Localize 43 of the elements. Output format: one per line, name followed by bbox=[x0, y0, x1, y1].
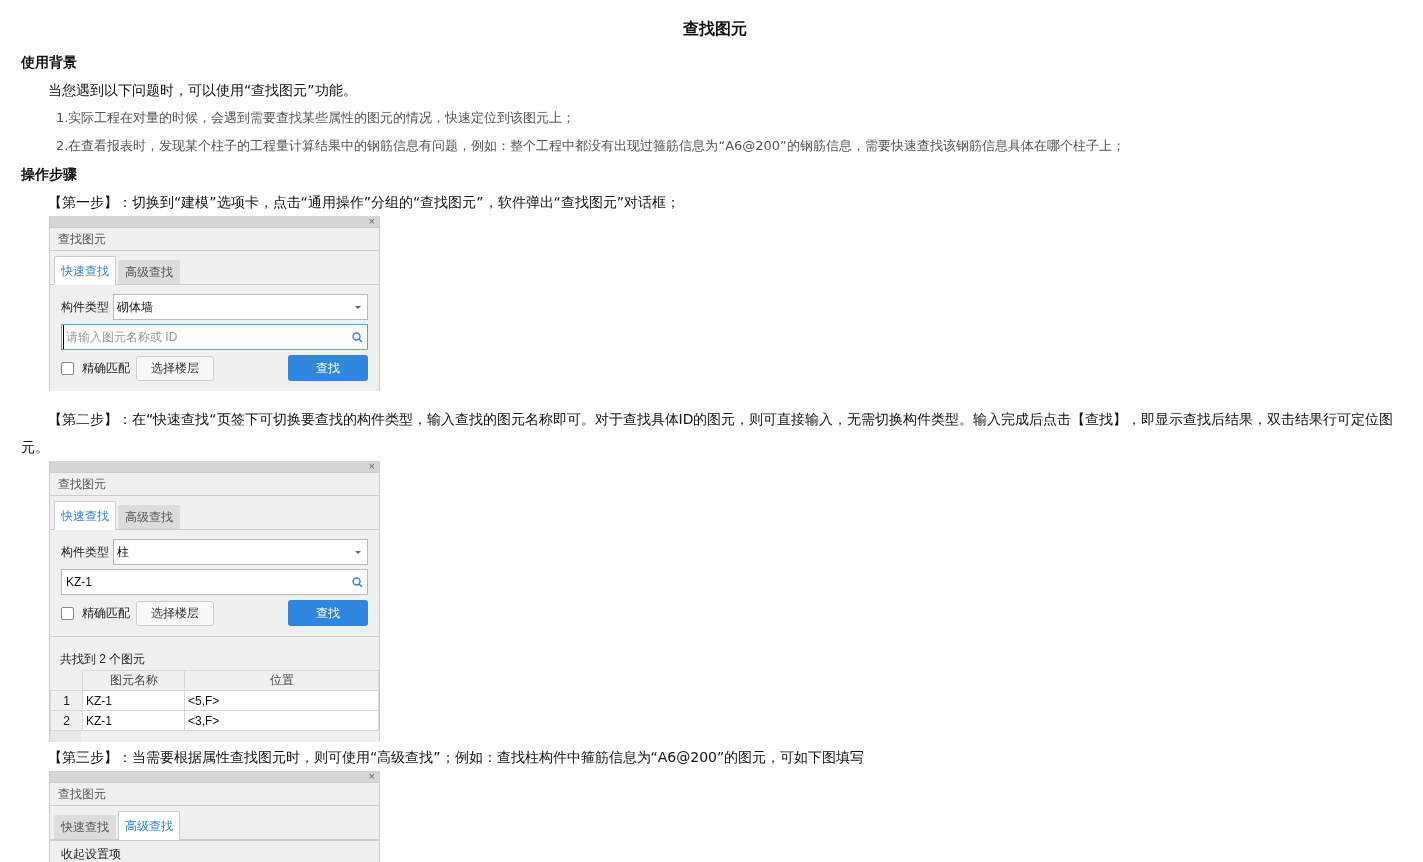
tab[interactable]: 快速查找 bbox=[54, 256, 116, 285]
select-floor-button[interactable]: 选择楼层 bbox=[136, 600, 214, 626]
list-item: 2.在查看报表时，发现某个柱子的工程量计算结果中的钢筋信息有问题，例如：整个工程中都没有出现过箍筋信息为“A6@200”的钢筋信息，需要快速查找该钢筋信息具体在哪个柱子上； bbox=[55, 137, 1126, 155]
component-type-dropdown[interactable]: 柱 bbox=[113, 539, 368, 565]
collapse-settings-toggle[interactable]: 收起设置项 bbox=[50, 840, 379, 862]
search-field[interactable]: 请输入图元名称或 ID bbox=[61, 324, 368, 350]
tab[interactable]: 快速查找 bbox=[54, 815, 116, 839]
dialog-title: 查找图元 bbox=[50, 782, 379, 806]
checkbox[interactable] bbox=[61, 361, 74, 375]
select-floor-button[interactable]: 选择楼层 bbox=[136, 355, 214, 381]
row-number: 2 bbox=[50, 710, 83, 731]
search-field[interactable]: KZ-1 bbox=[61, 569, 368, 595]
column-header: 位置 bbox=[184, 670, 379, 691]
close-icon[interactable]: × bbox=[368, 216, 375, 227]
field-label: 构件类型 bbox=[61, 543, 109, 561]
find-button[interactable]: 查找 bbox=[288, 355, 368, 381]
page-title: 查找图元 bbox=[681, 18, 748, 40]
paragraph: 当您遇到以下问题时，可以使用“查找图元”功能。 bbox=[47, 81, 358, 100]
tab[interactable]: 高级查找 bbox=[118, 811, 180, 840]
paragraph: 【第一步】：切换到“建模”选项卡，点击“通用操作”分组的“查找图元”，软件弹出“查找图元”对话框； bbox=[47, 193, 682, 212]
row-number: 1 bbox=[50, 690, 83, 711]
list-item: 1.实际工程在对量的时候，会遇到需要查找某些属性的图元的情况，快速定位到该图元上； bbox=[55, 109, 577, 127]
tab[interactable]: 高级查找 bbox=[118, 505, 180, 529]
section-heading: 使用背景 bbox=[21, 53, 78, 72]
section-heading: 操作步骤 bbox=[21, 165, 78, 184]
search-icon[interactable] bbox=[352, 332, 363, 343]
checkbox-label: 精确匹配 bbox=[82, 604, 130, 622]
result-count: 共找到 2 个图元 bbox=[59, 651, 147, 668]
close-icon[interactable]: × bbox=[368, 771, 375, 782]
dialog-title: 查找图元 bbox=[50, 472, 379, 496]
search-icon[interactable] bbox=[352, 577, 363, 588]
checkbox-label: 精确匹配 bbox=[82, 359, 130, 377]
paragraph: 【第三步】：当需要根据属性查找图元时，则可使用“高级查找”；例如：查找柱构件中箍筋信息为“A6@200”的图元，可如下图填写 bbox=[47, 748, 866, 767]
component-type-dropdown[interactable]: 砌体墙 bbox=[113, 294, 368, 320]
paragraph: 【第二步】：在“快速查找“页签下可切换要查找的构件类型，输入查找的图元名称即可。对于查找具体ID的图元，则可直接输入，无需切换构件类型。输入完成后点击【查找】，即显示查找后结果，双击结果行可定位图元。 bbox=[21, 410, 1395, 457]
find-button[interactable]: 查找 bbox=[288, 600, 368, 626]
dialog-title: 查找图元 bbox=[50, 227, 379, 251]
checkbox[interactable] bbox=[61, 606, 74, 620]
field-label: 构件类型 bbox=[61, 298, 109, 316]
tab[interactable]: 高级查找 bbox=[118, 260, 180, 284]
tab[interactable]: 快速查找 bbox=[54, 501, 116, 530]
column-header: 图元名称 bbox=[82, 670, 185, 691]
close-icon[interactable]: × bbox=[368, 461, 375, 472]
